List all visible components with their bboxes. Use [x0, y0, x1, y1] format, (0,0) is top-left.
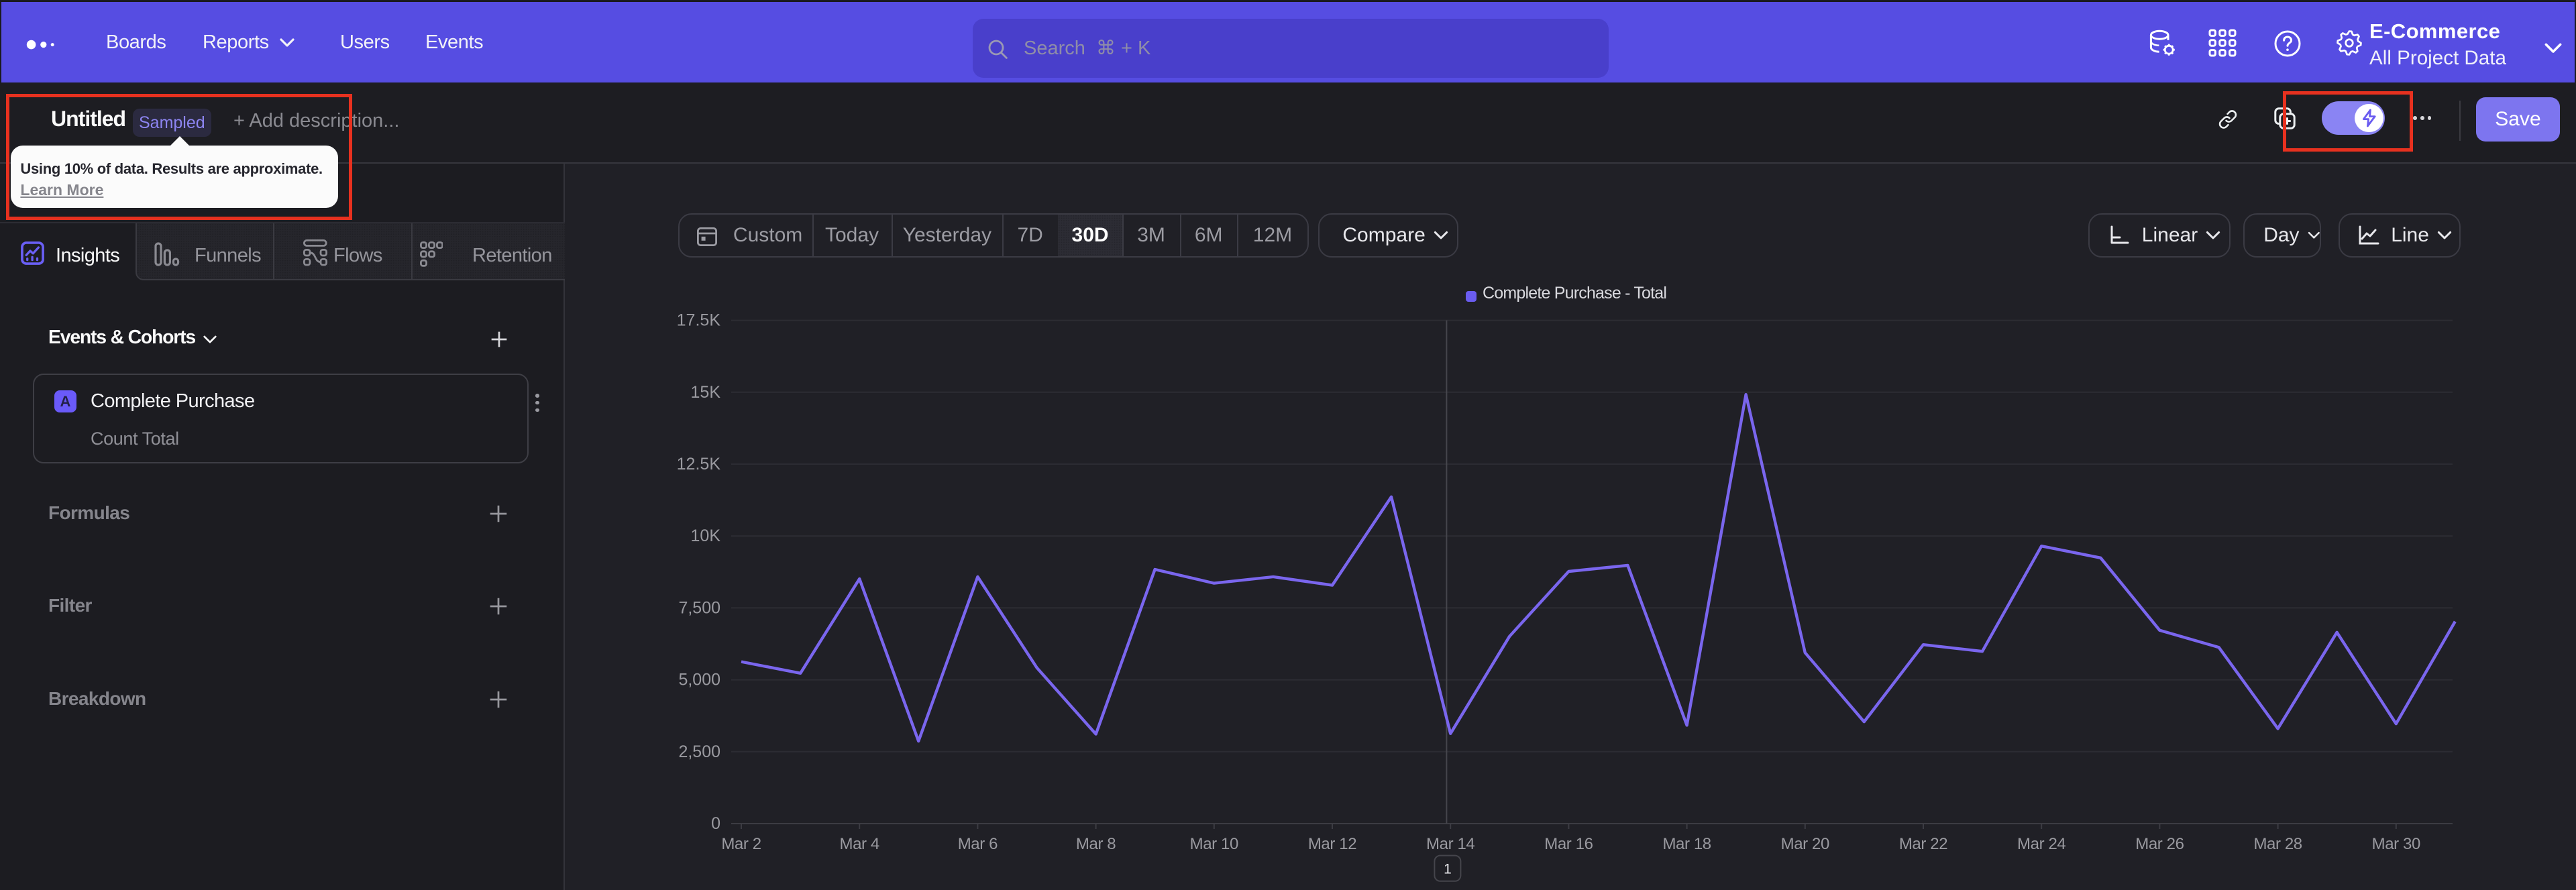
svg-text:10K: 10K	[691, 526, 721, 545]
svg-text:15K: 15K	[691, 383, 721, 402]
svg-text:Mar 24: Mar 24	[2017, 835, 2065, 853]
svg-text:Mar 18: Mar 18	[1662, 835, 1711, 853]
svg-text:17.5K: 17.5K	[677, 311, 721, 330]
svg-text:Mar 14: Mar 14	[1426, 835, 1474, 853]
svg-text:Mar 4: Mar 4	[840, 835, 879, 853]
svg-text:1: 1	[1444, 862, 1452, 877]
svg-text:Mar 12: Mar 12	[1308, 835, 1356, 853]
svg-text:0: 0	[711, 814, 720, 833]
svg-text:Mar 8: Mar 8	[1076, 835, 1116, 853]
svg-text:Mar 6: Mar 6	[958, 835, 998, 853]
svg-text:Mar 28: Mar 28	[2253, 835, 2302, 853]
svg-text:Mar 2: Mar 2	[721, 835, 761, 853]
svg-text:7,500: 7,500	[678, 598, 720, 617]
svg-text:Mar 16: Mar 16	[1544, 835, 1593, 853]
svg-text:5,000: 5,000	[678, 671, 720, 689]
svg-text:Mar 30: Mar 30	[2372, 835, 2420, 853]
svg-text:12.5K: 12.5K	[677, 455, 721, 474]
svg-text:Mar 20: Mar 20	[1781, 835, 1829, 853]
svg-text:Mar 26: Mar 26	[2135, 835, 2184, 853]
svg-text:Mar 10: Mar 10	[1190, 835, 1238, 853]
svg-text:2,500: 2,500	[678, 742, 720, 761]
svg-text:Mar 22: Mar 22	[1899, 835, 1947, 853]
